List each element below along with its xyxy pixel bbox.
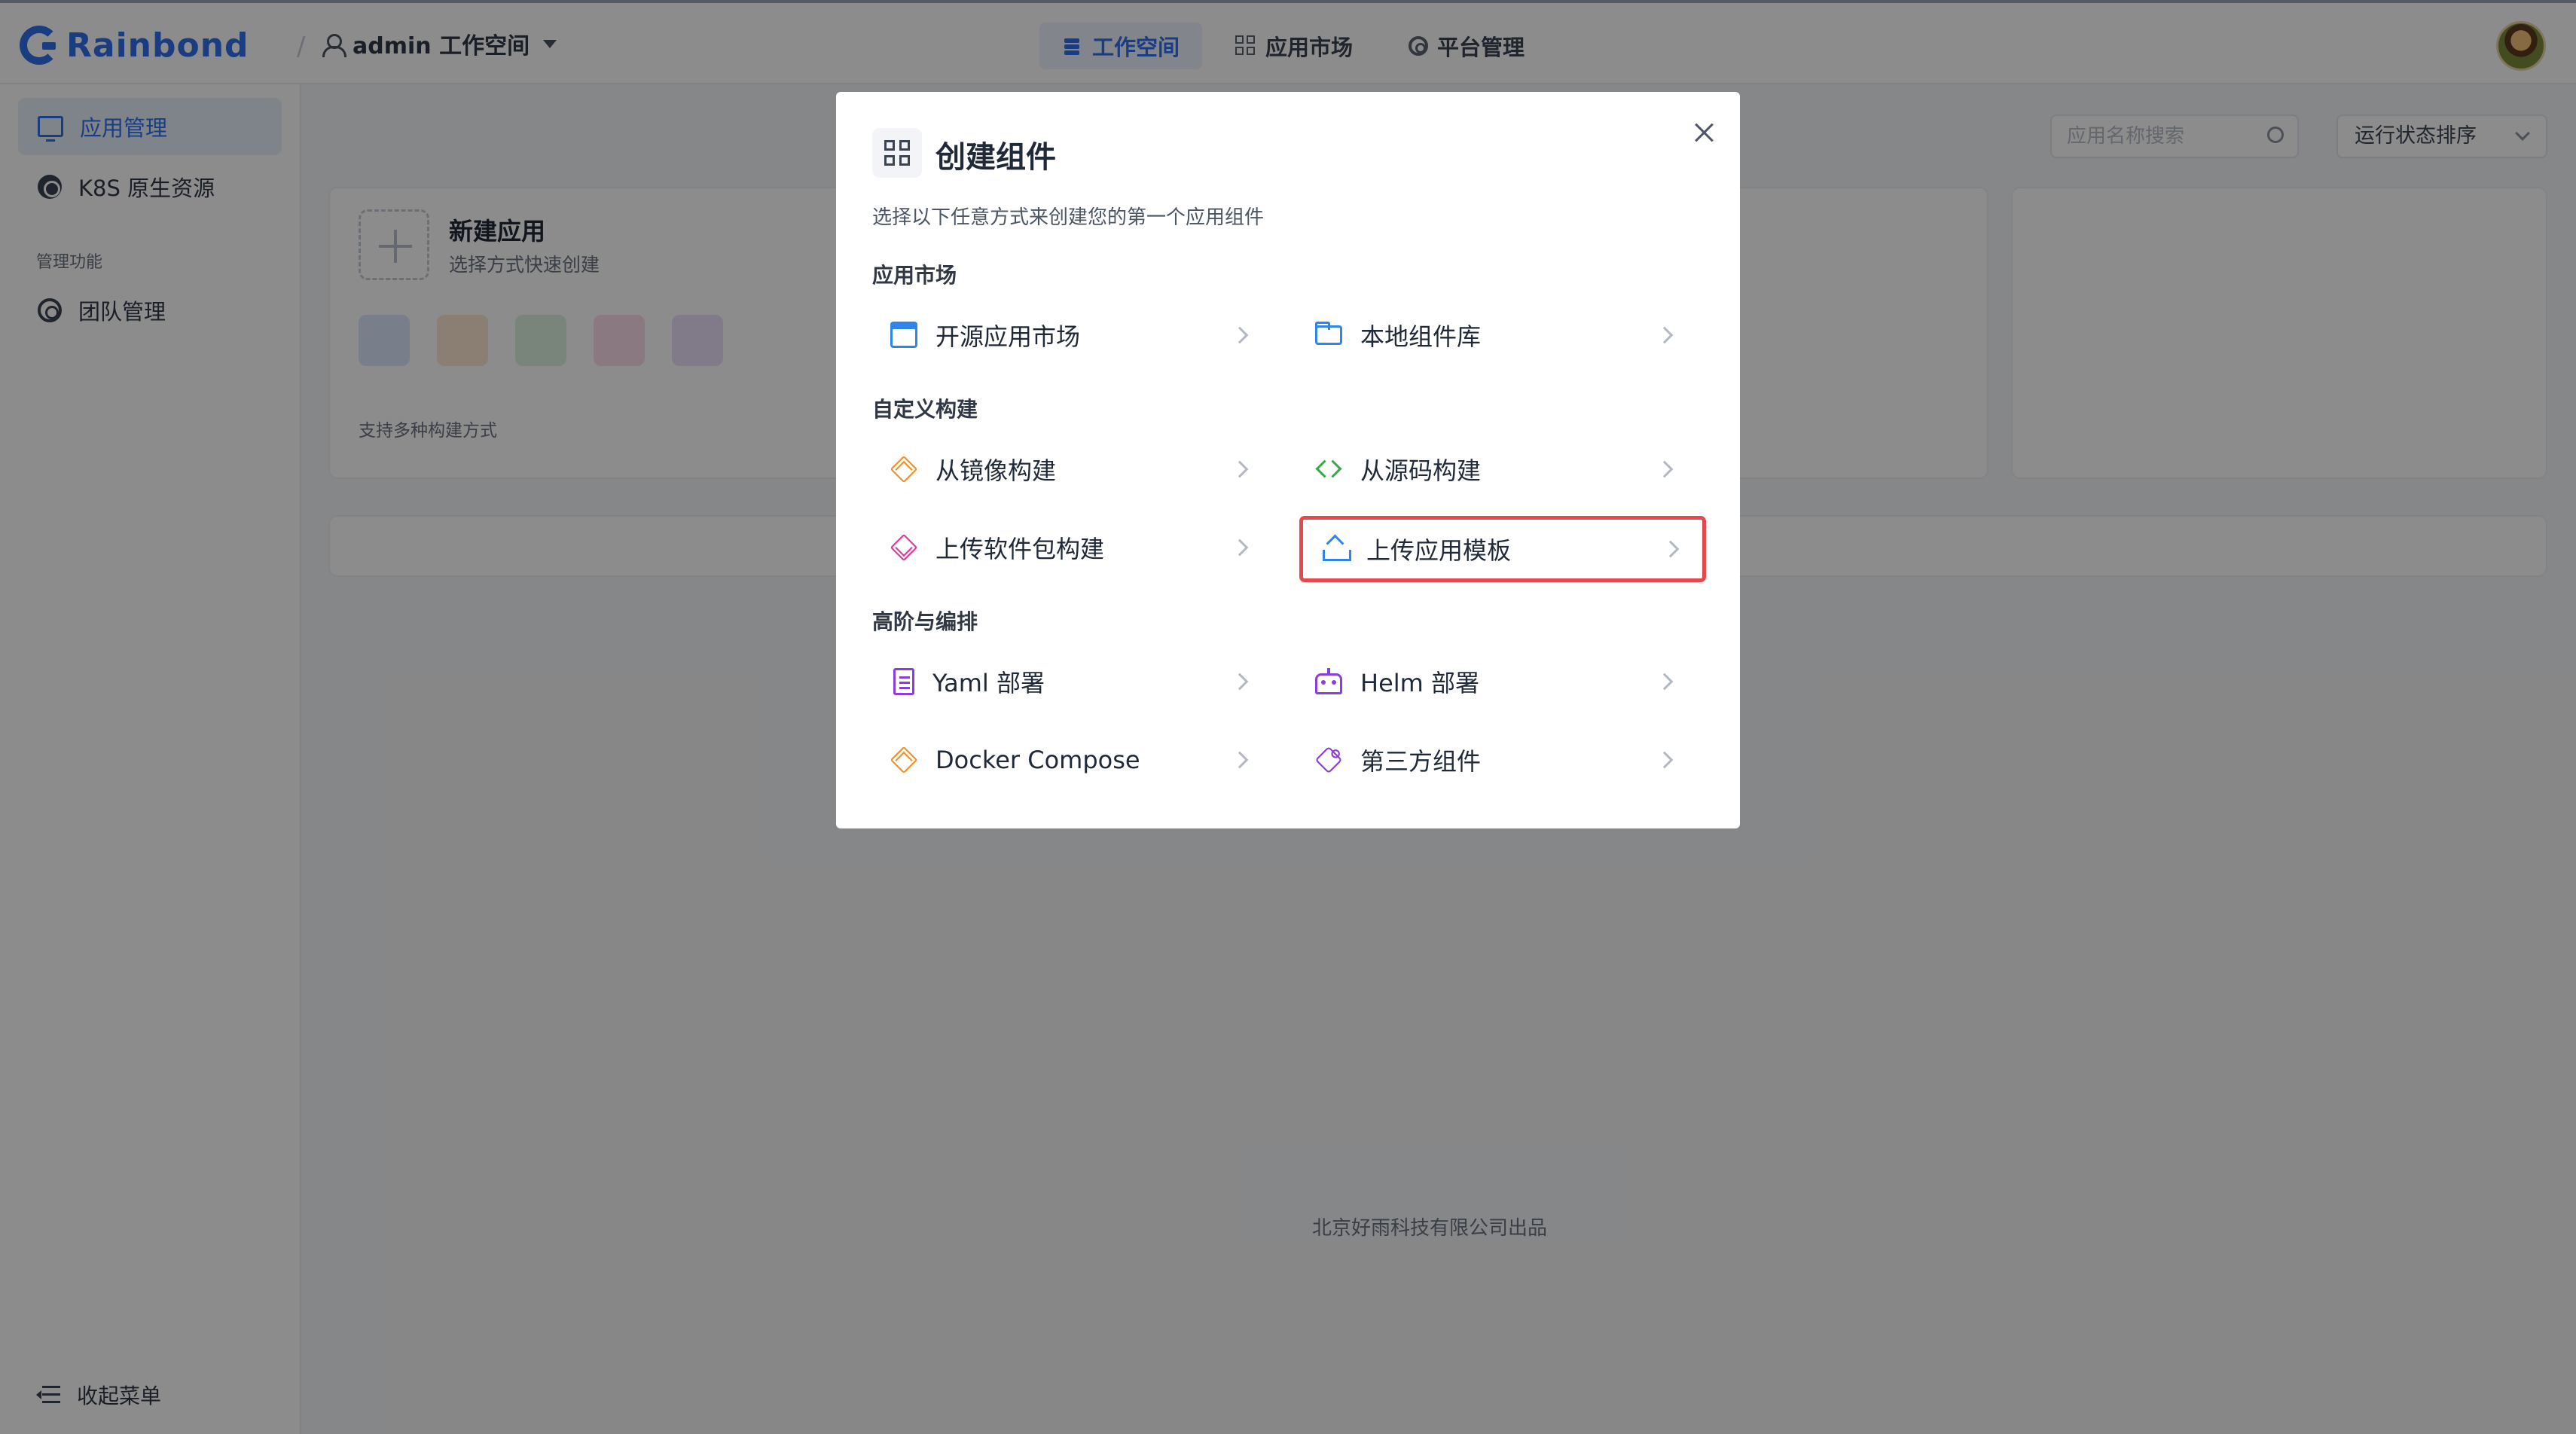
box-icon — [890, 455, 918, 484]
option-label: 第三方组件 — [1360, 747, 1482, 776]
chevron-right-icon — [1656, 751, 1674, 769]
section-label-advanced: 高阶与编排 — [872, 609, 978, 634]
chevron-right-icon — [1231, 751, 1249, 769]
modal-description: 选择以下任意方式来创建您的第一个应用组件 — [872, 206, 1265, 229]
chevron-right-icon — [1231, 460, 1249, 478]
code-icon — [1315, 456, 1342, 483]
create-component-modal: 创建组件 选择以下任意方式来创建您的第一个应用组件 应用市场 开源应用市场 本地… — [836, 92, 1740, 828]
option-yaml-deploy[interactable]: Yaml 部署 — [872, 652, 1271, 711]
close-icon[interactable] — [1689, 117, 1719, 148]
chevron-right-icon — [1231, 673, 1249, 691]
folder-icon — [1315, 322, 1342, 345]
chevron-right-icon — [1656, 326, 1674, 344]
option-open-source-market[interactable]: 开源应用市场 — [872, 306, 1271, 365]
helm-icon — [1315, 668, 1342, 694]
option-label: 从源码构建 — [1360, 456, 1482, 485]
section-label-custom-build: 自定义构建 — [872, 397, 978, 422]
docker-box-icon — [890, 746, 918, 774]
option-upload-package-build[interactable]: 上传软件包构建 — [872, 518, 1271, 577]
package-icon — [890, 533, 918, 562]
option-label: 上传软件包构建 — [935, 535, 1105, 563]
option-label: 从镜像构建 — [935, 456, 1057, 485]
option-local-component-library[interactable]: 本地组件库 — [1297, 306, 1696, 365]
section-label-app-market: 应用市场 — [872, 263, 957, 288]
option-label: 本地组件库 — [1360, 322, 1482, 351]
option-build-from-source[interactable]: 从源码构建 — [1297, 440, 1696, 499]
option-build-from-image[interactable]: 从镜像构建 — [872, 440, 1271, 499]
option-label: Docker Compose — [935, 746, 1140, 774]
chevron-right-icon — [1231, 326, 1249, 344]
option-label: 上传应用模板 — [1366, 536, 1512, 565]
modal-title: 创建组件 — [935, 140, 1056, 175]
puzzle-icon — [1314, 746, 1343, 774]
option-helm-deploy[interactable]: Helm 部署 — [1297, 652, 1696, 711]
chevron-right-icon — [1656, 673, 1674, 691]
chevron-right-icon — [1656, 460, 1674, 478]
chevron-right-icon — [1662, 540, 1680, 558]
grid-icon — [872, 128, 922, 178]
option-label: Helm 部署 — [1360, 669, 1479, 697]
option-third-party-component[interactable]: 第三方组件 — [1297, 731, 1696, 789]
option-label: Yaml 部署 — [932, 669, 1045, 697]
document-icon — [893, 668, 914, 695]
option-docker-compose[interactable]: Docker Compose — [872, 731, 1271, 789]
option-label: 开源应用市场 — [935, 322, 1081, 351]
chevron-right-icon — [1231, 539, 1249, 557]
option-upload-app-template[interactable]: 上传应用模板 — [1299, 516, 1706, 582]
upload-icon — [1321, 535, 1351, 563]
store-icon — [890, 322, 917, 348]
